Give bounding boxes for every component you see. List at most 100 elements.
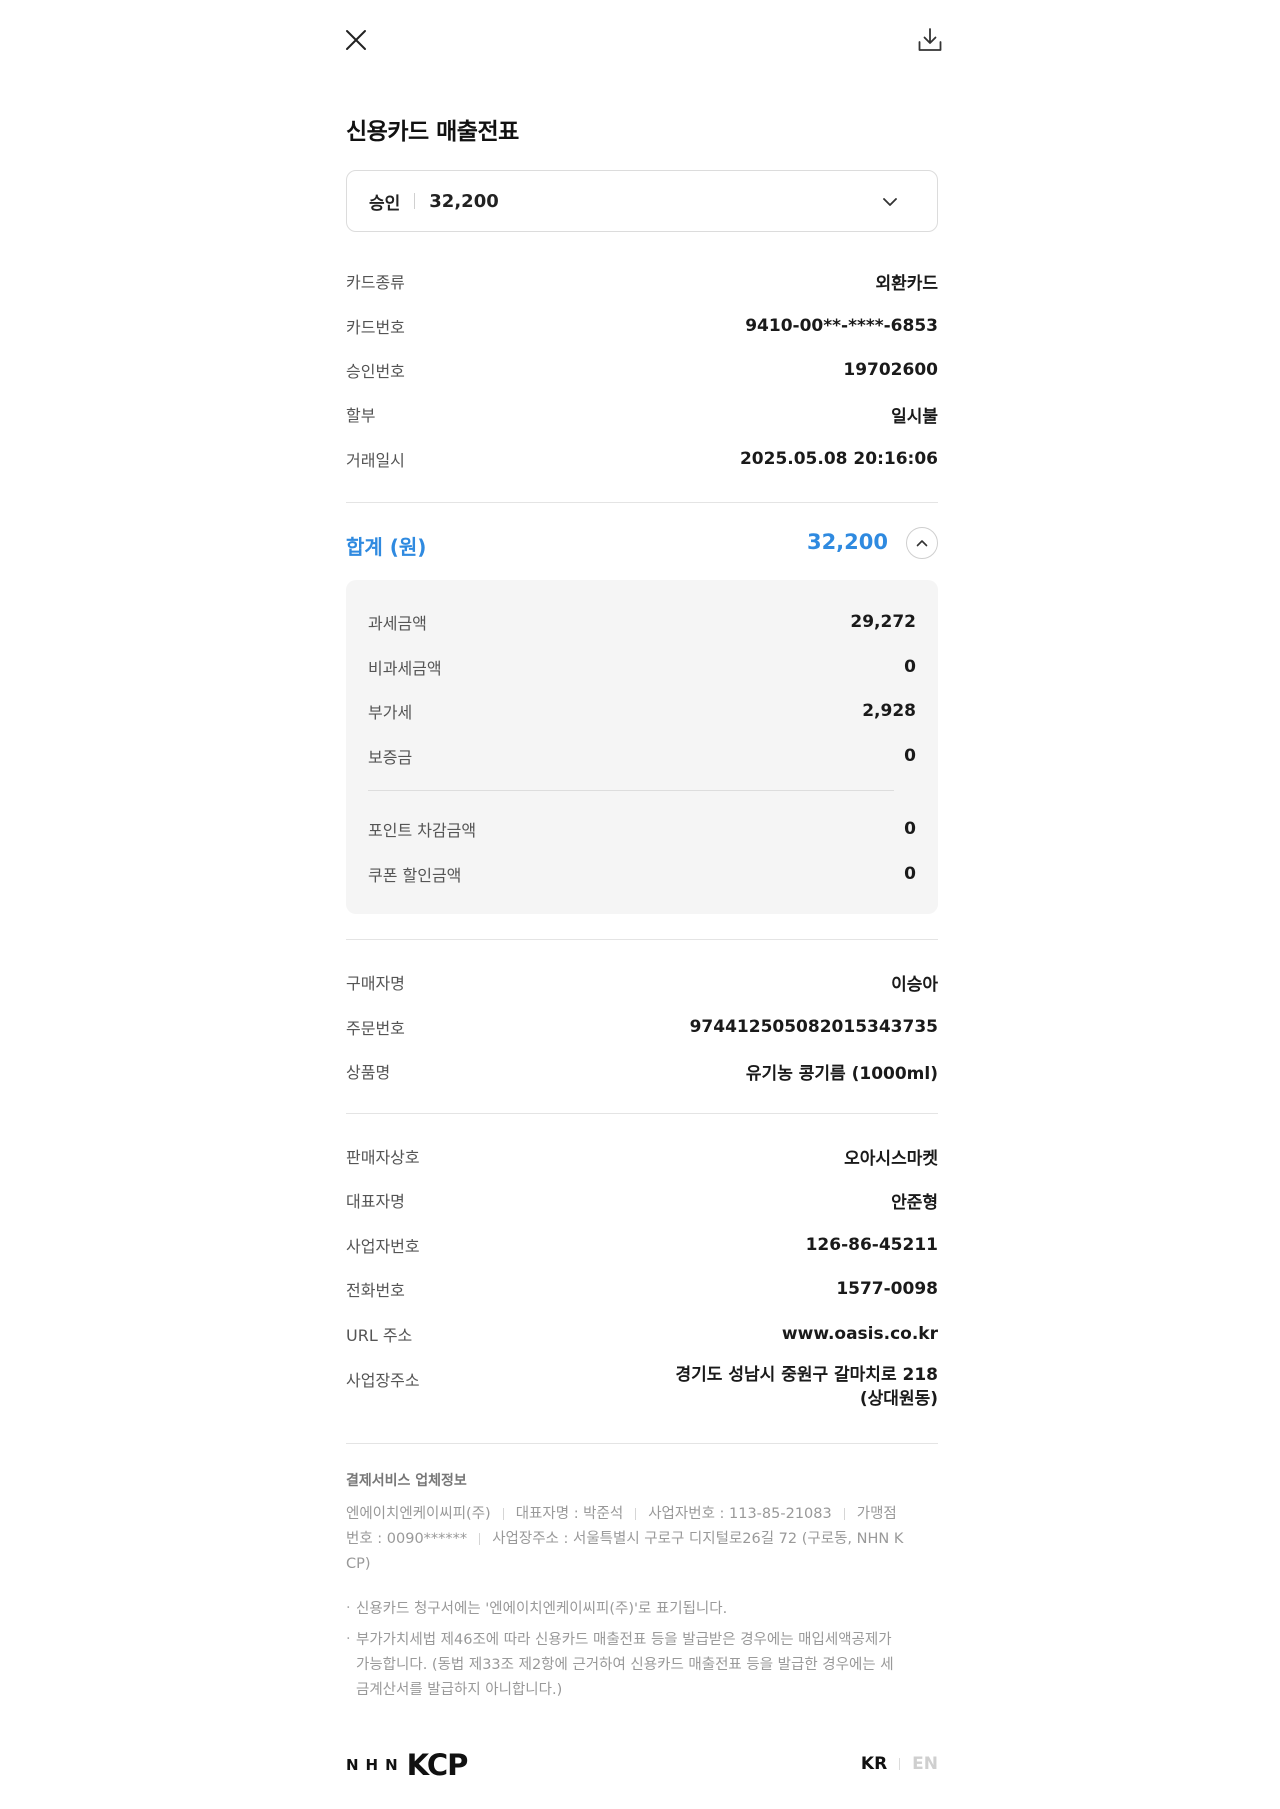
row-label: 구매자명 <box>346 974 405 993</box>
pg-ceo: 대표자명 : 박준석 <box>515 1506 624 1522</box>
row-value: 2025.05.08 20:16:06 <box>739 449 938 469</box>
row-value: 0 <box>904 819 916 839</box>
row-value: 1577-0098 <box>836 1279 938 1299</box>
logo-kcp-text: KCP <box>406 1748 469 1782</box>
row-label: 과세금액 <box>368 614 427 633</box>
info-row-approval-number: 승인번호 19702600 <box>346 355 938 385</box>
row-value: 0 <box>904 746 916 766</box>
row-label: 비과세금액 <box>368 659 442 678</box>
language-switcher: KR EN <box>861 1754 938 1774</box>
row-value: 2,928 <box>862 701 916 721</box>
pg-info-title: 결제서비스 업체정보 <box>346 1473 467 1489</box>
info-row-buyer-name: 구매자명 이승아 <box>346 967 938 997</box>
pg-address-1: 사업장주소 : 서울특별시 구로구 디지털로26길 72 (구로동, NHN K <box>492 1531 904 1547</box>
notice-list: 신용카드 청구서에는 '엔에이치엔케이씨피(주)'로 표기됩니다. 부가가치세법… <box>346 1596 938 1709</box>
approval-status: 승인 <box>369 193 401 214</box>
info-row-transaction-date: 거래일시 2025.05.08 20:16:06 <box>346 444 938 474</box>
row-value: www.oasis.co.kr <box>781 1324 938 1344</box>
row-label: 보증금 <box>368 748 413 767</box>
download-icon <box>918 28 942 51</box>
close-button[interactable] <box>334 18 378 62</box>
address-line-1: 경기도 성남시 중원구 갈마치로 218 <box>675 1365 938 1385</box>
row-value: 외환카드 <box>875 273 938 294</box>
info-row-card-number: 카드번호 9410-00**-****-6853 <box>346 311 938 341</box>
info-row-address: 사업장주소 경기도 성남시 중원구 갈마치로 218 (상대원동) <box>346 1363 938 1415</box>
breakdown-row-point-deduction: 포인트 차감금액 0 <box>368 814 916 844</box>
address-line-2: (상대원동) <box>859 1389 938 1409</box>
amount-breakdown-panel: 과세금액 29,272 비과세금액 0 부가세 2,928 보증금 0 포인트 … <box>346 580 938 914</box>
page-title: 신용카드 매출전표 <box>346 119 519 145</box>
separator <box>635 1508 637 1520</box>
row-label: 승인번호 <box>346 362 405 381</box>
lang-kr-button[interactable]: KR <box>861 1754 887 1774</box>
row-label: URL 주소 <box>346 1326 413 1345</box>
divider <box>346 939 938 940</box>
notice-text: 신용카드 청구서에는 '엔에이치엔케이씨피(주)'로 표기됩니다. <box>356 1601 728 1617</box>
separator <box>479 1533 481 1545</box>
divider <box>414 193 416 209</box>
row-value: 19702600 <box>843 360 938 380</box>
total-row: 합계 (원) 32,200 <box>346 527 938 563</box>
row-value: 0 <box>904 864 916 884</box>
info-row-installment: 할부 일시불 <box>346 399 938 429</box>
row-value: 이승아 <box>891 974 938 995</box>
close-icon <box>346 30 366 50</box>
row-value: 9410-00**-****-6853 <box>745 316 938 336</box>
payment-service-info: 결제서비스 업체정보 엔에이치엔케이씨피(주) 대표자명 : 박준석 사업자번호 :… <box>346 1470 938 1577</box>
info-row-business-number: 사업자번호 126-86-45211 <box>346 1230 938 1260</box>
row-label: 대표자명 <box>346 1192 405 1211</box>
pg-info-text: 엔에이치엔케이씨피(주) 대표자명 : 박준석 사업자번호 : 113-85-210… <box>346 1502 938 1577</box>
notice-item: 신용카드 청구서에는 '엔에이치엔케이씨피(주)'로 표기됩니다. <box>346 1596 938 1622</box>
row-value: 안준형 <box>891 1192 938 1213</box>
row-label: 카드종류 <box>346 273 405 292</box>
approval-amount: 32,200 <box>429 190 499 212</box>
notice-text-line-2: 가능합니다. (동법 제33조 제2항에 근거하여 신용카드 매출전표 등을 발… <box>356 1657 894 1673</box>
divider <box>368 790 894 791</box>
info-row-card-type: 카드종류 외환카드 <box>346 266 938 296</box>
notice-item: 부가가치세법 제46조에 따라 신용카드 매출전표 등을 발급받은 경우에는 매… <box>346 1627 938 1703</box>
pg-company: 엔에이치엔케이씨피(주) <box>346 1506 491 1522</box>
row-label: 부가세 <box>368 703 413 722</box>
breakdown-row-taxable: 과세금액 29,272 <box>368 607 916 637</box>
info-row-order-number: 주문번호 974412505082015343735 <box>346 1012 938 1042</box>
divider <box>346 1113 938 1114</box>
row-label: 거래일시 <box>346 451 405 470</box>
info-row-url: URL 주소 www.oasis.co.kr <box>346 1319 938 1349</box>
pg-biz-no: 사업자번호 : 113-85-21083 <box>648 1506 832 1522</box>
separator <box>843 1508 845 1520</box>
row-label: 할부 <box>346 406 376 425</box>
chevron-down-icon <box>883 198 897 206</box>
row-label: 상품명 <box>346 1063 391 1082</box>
divider <box>346 502 938 503</box>
row-value: 유기농 콩기름 (1000ml) <box>745 1063 938 1084</box>
pg-merchant-label: 가맹점 <box>856 1506 897 1522</box>
separator <box>899 1758 901 1770</box>
breakdown-row-coupon-discount: 쿠폰 할인금액 0 <box>368 859 916 889</box>
info-row-phone: 전화번호 1577-0098 <box>346 1274 938 1304</box>
breakdown-row-vat: 부가세 2,928 <box>368 696 916 726</box>
row-label: 전화번호 <box>346 1281 405 1300</box>
breakdown-row-tax-free: 비과세금액 0 <box>368 652 916 682</box>
download-button[interactable] <box>908 18 952 62</box>
divider <box>346 1443 938 1444</box>
nhn-kcp-logo: NHN KCP <box>346 1746 469 1784</box>
lang-en-button[interactable]: EN <box>912 1754 938 1774</box>
notice-text-line-1: 부가가치세법 제46조에 따라 신용카드 매출전표 등을 발급받은 경우에는 매… <box>356 1632 892 1648</box>
pg-merchant-no: 번호 : 0090****** <box>346 1531 468 1547</box>
info-row-product-name: 상품명 유기농 콩기름 (1000ml) <box>346 1056 938 1086</box>
row-value: 126-86-45211 <box>805 1235 938 1255</box>
row-label: 판매자상호 <box>346 1148 420 1167</box>
row-value: 오아시스마켓 <box>844 1148 938 1169</box>
row-value: 일시불 <box>891 406 938 427</box>
info-row-representative: 대표자명 안준형 <box>346 1185 938 1215</box>
top-bar <box>346 18 942 62</box>
row-label: 쿠폰 할인금액 <box>368 866 462 885</box>
row-value: 경기도 성남시 중원구 갈마치로 218 (상대원동) <box>676 1363 938 1411</box>
separator <box>502 1508 504 1520</box>
collapse-toggle-button[interactable] <box>906 527 938 559</box>
row-value: 29,272 <box>850 612 916 632</box>
row-value: 974412505082015343735 <box>689 1017 938 1037</box>
total-label: 합계 (원) <box>346 535 427 559</box>
pg-address-2: CP) <box>346 1556 371 1572</box>
approval-select[interactable]: 승인 32,200 <box>346 170 938 232</box>
